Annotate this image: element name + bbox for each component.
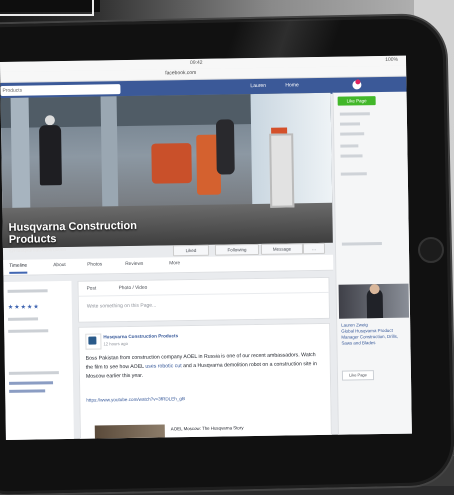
page-handle: @HusqvarnaConstruction (8, 246, 67, 254)
tab-more[interactable]: More (169, 261, 180, 266)
composer-input[interactable]: Write something on this Page... (87, 303, 156, 310)
post-inline-link[interactable]: uses robotic cut (145, 363, 181, 370)
video-caption[interactable]: AOEL Moscow: The Husqvarna Story (171, 425, 244, 431)
sidebar-text (339, 112, 370, 116)
worker-figure (39, 125, 62, 186)
sidebar-text (8, 329, 49, 333)
page-title-line: Husqvarna Construction (8, 219, 138, 234)
sidebar-link[interactable] (9, 389, 46, 393)
notification-badge (355, 79, 361, 85)
like-page-button[interactable]: Like Page (337, 96, 376, 106)
person-description: Global Husqvarna Product Manager Constru… (341, 327, 399, 346)
liked-button[interactable]: Liked (172, 244, 210, 257)
sidebar-text (8, 371, 59, 375)
battery-indicator: 100% (385, 56, 399, 63)
construction-machine (151, 143, 192, 184)
sidebar-text (8, 317, 39, 321)
drill-rig (269, 133, 295, 208)
divider (78, 291, 329, 297)
tablet-screen: 09:42 100% facebook.com Products Lauren … (0, 55, 412, 440)
home-link[interactable]: Home (285, 82, 298, 88)
right-sidebar: Like Page Lauren Zweig Global Husqvarna … (332, 91, 412, 440)
page-tabs: Timeline About Photos Reviews More (3, 254, 334, 276)
post-composer[interactable]: Post Photo / Video Write something on th… (77, 276, 331, 323)
worker-figure (215, 119, 235, 175)
sidebar-link[interactable] (9, 381, 54, 385)
worker-head (44, 115, 55, 126)
post-url-link[interactable]: https://www.youtube.com/watch?v=3fRDLEh_… (86, 396, 185, 403)
status-clock: 09:42 (189, 59, 203, 67)
more-button[interactable]: ... (302, 242, 326, 255)
sidebar-text (7, 289, 48, 293)
address-url: facebook.com (165, 69, 197, 77)
home-button[interactable] (418, 237, 444, 263)
tab-timeline[interactable]: Timeline (9, 263, 28, 274)
composer-photo-tab[interactable]: Photo / Video (119, 286, 148, 291)
search-input[interactable]: Products (0, 84, 121, 96)
sidebar-text (340, 144, 359, 148)
sidebar-text (339, 122, 361, 126)
rating-stars[interactable]: ★★★★★ (8, 303, 40, 311)
following-button[interactable]: Following (214, 243, 260, 256)
sidebar-text (340, 154, 363, 158)
person-info: Lauren Zweig Global Husqvarna Product Ma… (341, 322, 409, 347)
page-title-line: Products (8, 233, 57, 246)
left-sidebar: ★★★★★ (3, 280, 74, 440)
tab-photos[interactable]: Photos (87, 262, 102, 267)
post-author[interactable]: Husqvarna Construction Products (103, 333, 178, 339)
post-timestamp[interactable]: 12 hours ago (103, 341, 128, 346)
feed-post: Husqvarna Construction Products 12 hours… (78, 322, 333, 440)
page-title: Husqvarna Construction Products (9, 220, 138, 246)
person-like-button[interactable]: Like Page (341, 370, 375, 381)
post-body: Boss Pakistan from construction company … (86, 351, 322, 382)
husqvarna-logo-icon (88, 336, 97, 345)
tab-about[interactable]: About (53, 263, 66, 268)
sidebar-text (340, 132, 365, 136)
tab-reviews[interactable]: Reviews (125, 262, 143, 267)
composer-post-tab[interactable]: Post (87, 287, 97, 292)
background-frame-edge (0, 0, 94, 16)
sidebar-text (341, 242, 382, 246)
profile-link[interactable]: Lauren (250, 83, 266, 89)
sidebar-text (340, 172, 367, 176)
person-head (369, 284, 380, 295)
message-button[interactable]: Message (260, 243, 304, 255)
